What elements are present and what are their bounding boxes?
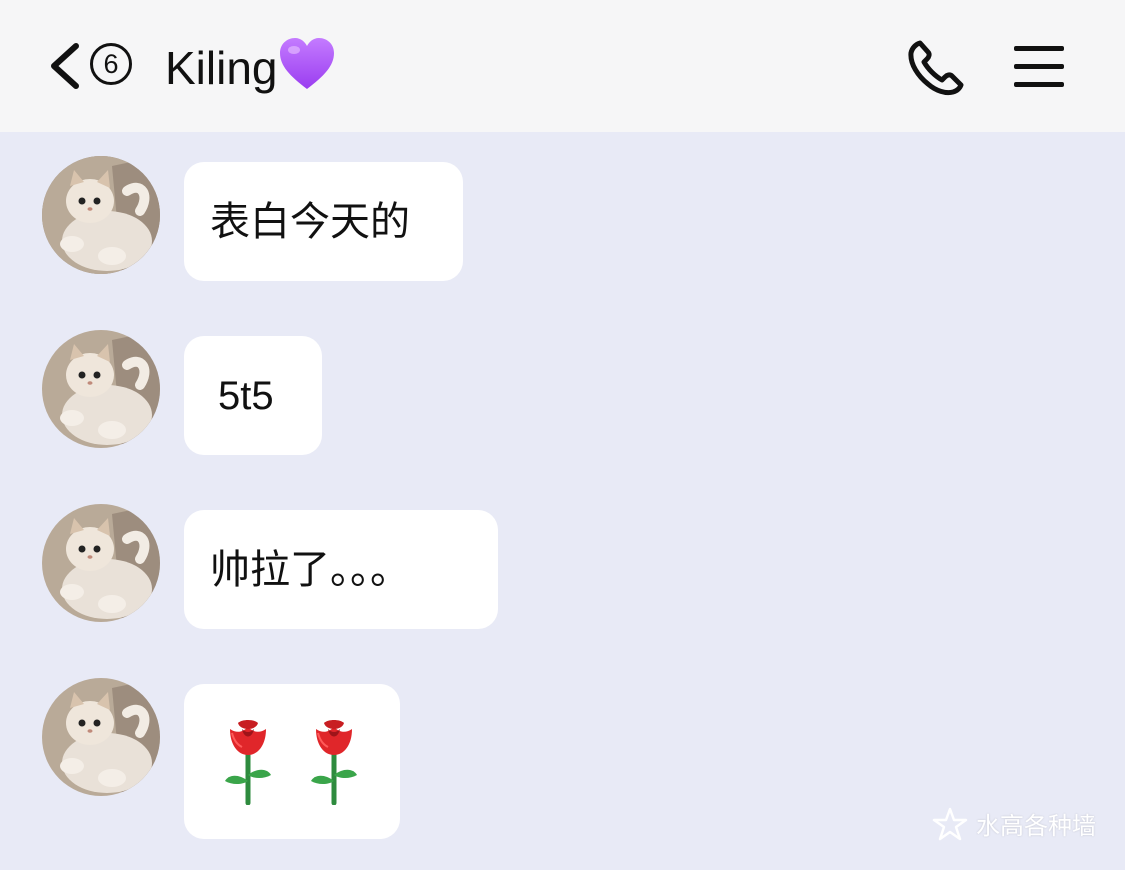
watermark-text: 水高各种墙 — [976, 812, 1096, 840]
rose-icon — [225, 719, 271, 805]
star-icon — [932, 807, 968, 840]
contact-name: Kiling — [165, 42, 278, 94]
purple-heart-icon — [279, 38, 334, 89]
rose-icon — [311, 719, 357, 805]
chat-header: 6 Kiling — [0, 0, 1125, 132]
back-chevron-icon[interactable] — [44, 40, 84, 92]
cat-avatar[interactable] — [42, 156, 160, 274]
emoji-row — [220, 719, 362, 805]
cat-avatar[interactable] — [42, 678, 160, 796]
cat-avatar[interactable] — [42, 330, 160, 448]
message-bubble[interactable]: 5t5 — [184, 336, 322, 455]
watermark: 水高各种墙 — [932, 806, 1096, 841]
phone-icon[interactable] — [906, 38, 966, 96]
message-text: 表白今天的 — [210, 198, 410, 245]
message-bubble[interactable]: 表白今天的 — [184, 162, 463, 281]
hamburger-menu-icon[interactable] — [1014, 44, 1064, 88]
cat-avatar[interactable] — [42, 504, 160, 622]
unread-count-badge[interactable]: 6 — [90, 43, 132, 85]
message-bubble[interactable] — [184, 684, 400, 839]
message-bubble[interactable]: 帅拉了。。。 — [184, 510, 498, 629]
message-text: 5t5 — [218, 373, 274, 418]
contact-title[interactable]: Kiling — [165, 36, 336, 98]
message-text: 帅拉了。。。 — [210, 546, 410, 593]
